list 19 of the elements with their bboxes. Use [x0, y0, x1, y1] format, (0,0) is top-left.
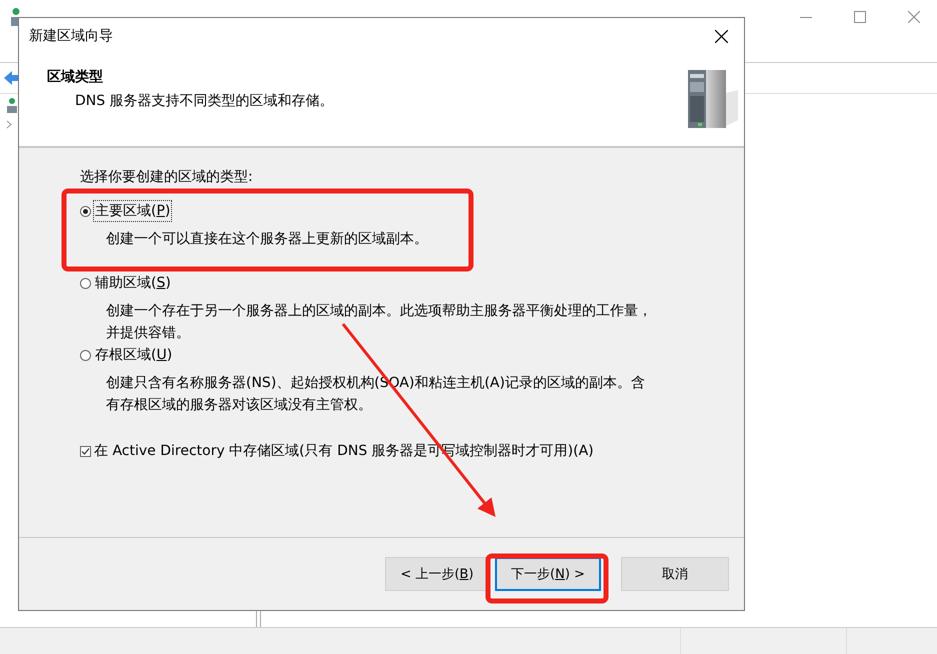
page-subtitle: DNS 服务器支持不同类型的区域和存储。 [74, 92, 334, 110]
option-description: 创建一个可以直接在这个服务器上更新的区域副本。 [105, 230, 428, 249]
maximize-icon [854, 11, 866, 23]
wizard-button[interactable]: < 上一步(B) [385, 557, 489, 591]
prompt-text: 选择你要创建的区域的类型: [80, 168, 253, 186]
wizard-button[interactable]: 下一步(N) > [495, 557, 601, 591]
close-icon [908, 11, 920, 23]
check-icon [81, 446, 90, 456]
minimize-icon [800, 16, 812, 18]
zone-type-radio[interactable]: 存根区域(U) [80, 344, 174, 366]
dialog-title: 新建区域向导 [29, 27, 113, 45]
wizard-button[interactable]: 取消 [621, 557, 729, 591]
close-icon [714, 30, 728, 42]
server-tower-icon [686, 68, 738, 130]
zone-type-radio[interactable]: 辅助区域(S) [80, 272, 173, 294]
chevron-icon[interactable] [6, 120, 12, 129]
option-description: 创建一个存在于另一个服务器上的区域的副本。此选项帮助主服务器平衡处理的工作量，并提供容错。 [105, 302, 653, 343]
page-title: 区域类型 [47, 68, 103, 86]
server-icon [6, 98, 18, 114]
